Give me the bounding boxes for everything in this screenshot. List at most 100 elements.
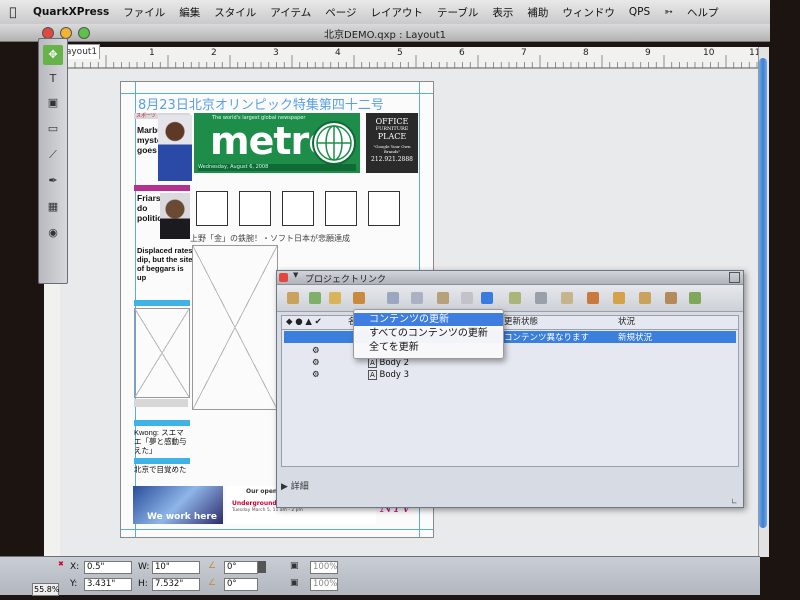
w-label: W: bbox=[138, 562, 150, 572]
line-tool-icon[interactable]: ⟋ bbox=[43, 145, 63, 165]
we-work-here-banner[interactable]: We work here bbox=[133, 486, 223, 524]
collapse-triangle-icon[interactable]: ▼ bbox=[293, 271, 298, 279]
image-placeholder-box[interactable] bbox=[134, 308, 190, 398]
ruler-label: 6 bbox=[459, 48, 465, 58]
window-title-bar: 北京DEMO.qxp : Layout1 bbox=[0, 24, 770, 42]
checkin-icon[interactable] bbox=[411, 292, 423, 304]
menu-qps[interactable]: QPS bbox=[622, 6, 657, 18]
folder-icon[interactable] bbox=[613, 292, 625, 304]
tag-icon[interactable] bbox=[509, 292, 521, 304]
metro-masthead[interactable]: The world's largest global newspaper met… bbox=[194, 113, 360, 173]
ruler-label: 10 bbox=[703, 48, 715, 58]
zoom-window-button[interactable] bbox=[78, 27, 90, 39]
package-icon[interactable] bbox=[561, 292, 573, 304]
scale-x-field[interactable]: 100% bbox=[310, 561, 338, 574]
menu-layout[interactable]: レイアウト bbox=[364, 5, 431, 20]
scrollbar-thumb[interactable] bbox=[759, 58, 767, 528]
rotate-icon: ∠ bbox=[208, 561, 217, 571]
zoom-tool-icon[interactable]: ◉ bbox=[43, 223, 63, 243]
image-frame[interactable] bbox=[368, 191, 400, 226]
banner-slogan: We work here bbox=[147, 512, 217, 522]
item-tool-icon[interactable]: ✥ bbox=[43, 45, 63, 65]
story-displaced-rates[interactable]: Displaced rates dip, but the site of beg… bbox=[137, 246, 193, 282]
skew-field[interactable]: 0° bbox=[224, 578, 258, 591]
page-headline[interactable]: 8月23日北京オリンピック特集第四十二号 bbox=[138, 94, 416, 113]
table-row[interactable]: A Body 2 bbox=[368, 358, 409, 368]
details-disclosure[interactable]: ▶ 詳細 bbox=[281, 479, 309, 492]
apple-menu-icon[interactable]:  bbox=[0, 5, 26, 19]
update-dropdown-icon[interactable] bbox=[353, 292, 365, 304]
horizontal-ruler[interactable]: 1 2 3 4 5 6 7 8 9 10 11 bbox=[44, 47, 760, 70]
y-field[interactable]: 3.431" bbox=[84, 578, 132, 591]
settings-icon[interactable] bbox=[665, 292, 677, 304]
table-row[interactable]: A Body 3 bbox=[368, 370, 409, 380]
w-field[interactable]: 10" bbox=[152, 561, 200, 574]
update-icon[interactable] bbox=[329, 292, 341, 304]
menu-help[interactable]: ヘルプ bbox=[680, 5, 726, 20]
monitor-icon[interactable] bbox=[481, 292, 493, 304]
preview-icon[interactable] bbox=[461, 292, 473, 304]
palette-zoom-icon[interactable] bbox=[729, 272, 740, 283]
menu-view[interactable]: 表示 bbox=[485, 5, 520, 20]
row-name: Body 2 bbox=[379, 358, 410, 368]
basketball-player-photo[interactable] bbox=[158, 115, 192, 181]
header-divider bbox=[282, 329, 738, 330]
menu-update-content[interactable]: コンテンツの更新 bbox=[354, 313, 503, 326]
story-kwong[interactable]: Kwong: スエマ エ「夢と感動与 えた」 bbox=[134, 428, 190, 455]
scale-x-icon: ▣ bbox=[290, 561, 299, 571]
menu-update-all-content[interactable]: すべてのコンテンツの更新 bbox=[354, 327, 503, 340]
angle-field[interactable]: 0° bbox=[224, 561, 258, 574]
project-link-list[interactable]: ◆ ● ▲ ✔ 名 更新状態 状況 コンテンツ異なります 新規状況 ⚙ ⚙ ⚙ … bbox=[281, 315, 739, 467]
tools-icon[interactable] bbox=[587, 292, 599, 304]
menu-utilities[interactable]: 補助 bbox=[520, 5, 555, 20]
box-tool-icon[interactable]: ▭ bbox=[43, 119, 63, 139]
caption-bar[interactable]: 上野「金」の鉄腕！・ソフト日本が悲願達成 bbox=[190, 233, 418, 244]
column-status[interactable]: 状況 bbox=[618, 316, 635, 329]
menu-bar:  QuarkXPress ファイル 編集 スタイル アイテム ページ レイアウ… bbox=[0, 0, 770, 25]
menu-page[interactable]: ページ bbox=[318, 5, 363, 20]
link-icon[interactable] bbox=[287, 292, 299, 304]
image-frame[interactable] bbox=[282, 191, 314, 226]
table-row[interactable]: コンテンツ異なります 新規状況 bbox=[284, 331, 736, 343]
text-box-icon: A bbox=[368, 358, 377, 368]
info-icon[interactable] bbox=[689, 292, 701, 304]
image-frame[interactable] bbox=[196, 191, 228, 226]
menu-update-all[interactable]: 全てを更新 bbox=[354, 341, 503, 354]
menu-window[interactable]: ウィンドウ bbox=[555, 5, 622, 20]
menu-app[interactable]: QuarkXPress bbox=[26, 6, 116, 18]
h-field[interactable]: 7.532" bbox=[152, 578, 200, 591]
resize-grip-icon[interactable]: ∟ bbox=[731, 497, 738, 506]
menu-item[interactable]: アイテム bbox=[263, 5, 318, 20]
menu-table[interactable]: テーブル bbox=[430, 5, 485, 20]
story-line: dip, but the site bbox=[137, 255, 193, 264]
zoom-field[interactable]: 55.8% bbox=[32, 583, 59, 596]
image-placeholder-box[interactable] bbox=[192, 245, 278, 410]
crop-tool-icon[interactable]: ▣ bbox=[43, 93, 63, 113]
image-frame[interactable] bbox=[239, 191, 271, 226]
export-icon[interactable] bbox=[535, 292, 547, 304]
content-tool-icon[interactable]: T bbox=[43, 69, 63, 89]
palette-title-bar[interactable]: ▼ プロジェクトリンク bbox=[277, 271, 743, 285]
table-tool-icon[interactable]: ▦ bbox=[43, 197, 63, 217]
x-label: X: bbox=[70, 562, 80, 572]
scale-y-field[interactable]: 100% bbox=[310, 578, 338, 591]
menu-edit[interactable]: 編集 bbox=[172, 5, 207, 20]
close-palette-icon[interactable] bbox=[279, 273, 288, 282]
pen-tool-icon[interactable]: ✒ bbox=[43, 171, 63, 191]
stepper-icon[interactable] bbox=[258, 561, 266, 573]
menu-style[interactable]: スタイル bbox=[207, 5, 263, 20]
column-update-status[interactable]: 更新状態 bbox=[504, 316, 538, 329]
image-frame[interactable] bbox=[325, 191, 357, 226]
x-field[interactable]: 0.5" bbox=[84, 561, 132, 574]
script-menu-icon[interactable]: ➳ bbox=[657, 6, 680, 18]
office-furniture-ad[interactable]: OFFICE FURNITURE PLACE "Google Your Own … bbox=[366, 113, 418, 173]
assign-icon[interactable] bbox=[437, 292, 449, 304]
close-measure-icon[interactable]: ✖ bbox=[58, 560, 64, 568]
office-line1: OFFICE bbox=[375, 117, 409, 126]
user-icon[interactable] bbox=[639, 292, 651, 304]
sync-icon[interactable] bbox=[309, 292, 321, 304]
politician-photo[interactable] bbox=[160, 193, 190, 239]
story-beijing[interactable]: 北京で目覚めた bbox=[134, 465, 190, 475]
menu-file[interactable]: ファイル bbox=[116, 5, 172, 20]
checkout-icon[interactable] bbox=[387, 292, 399, 304]
